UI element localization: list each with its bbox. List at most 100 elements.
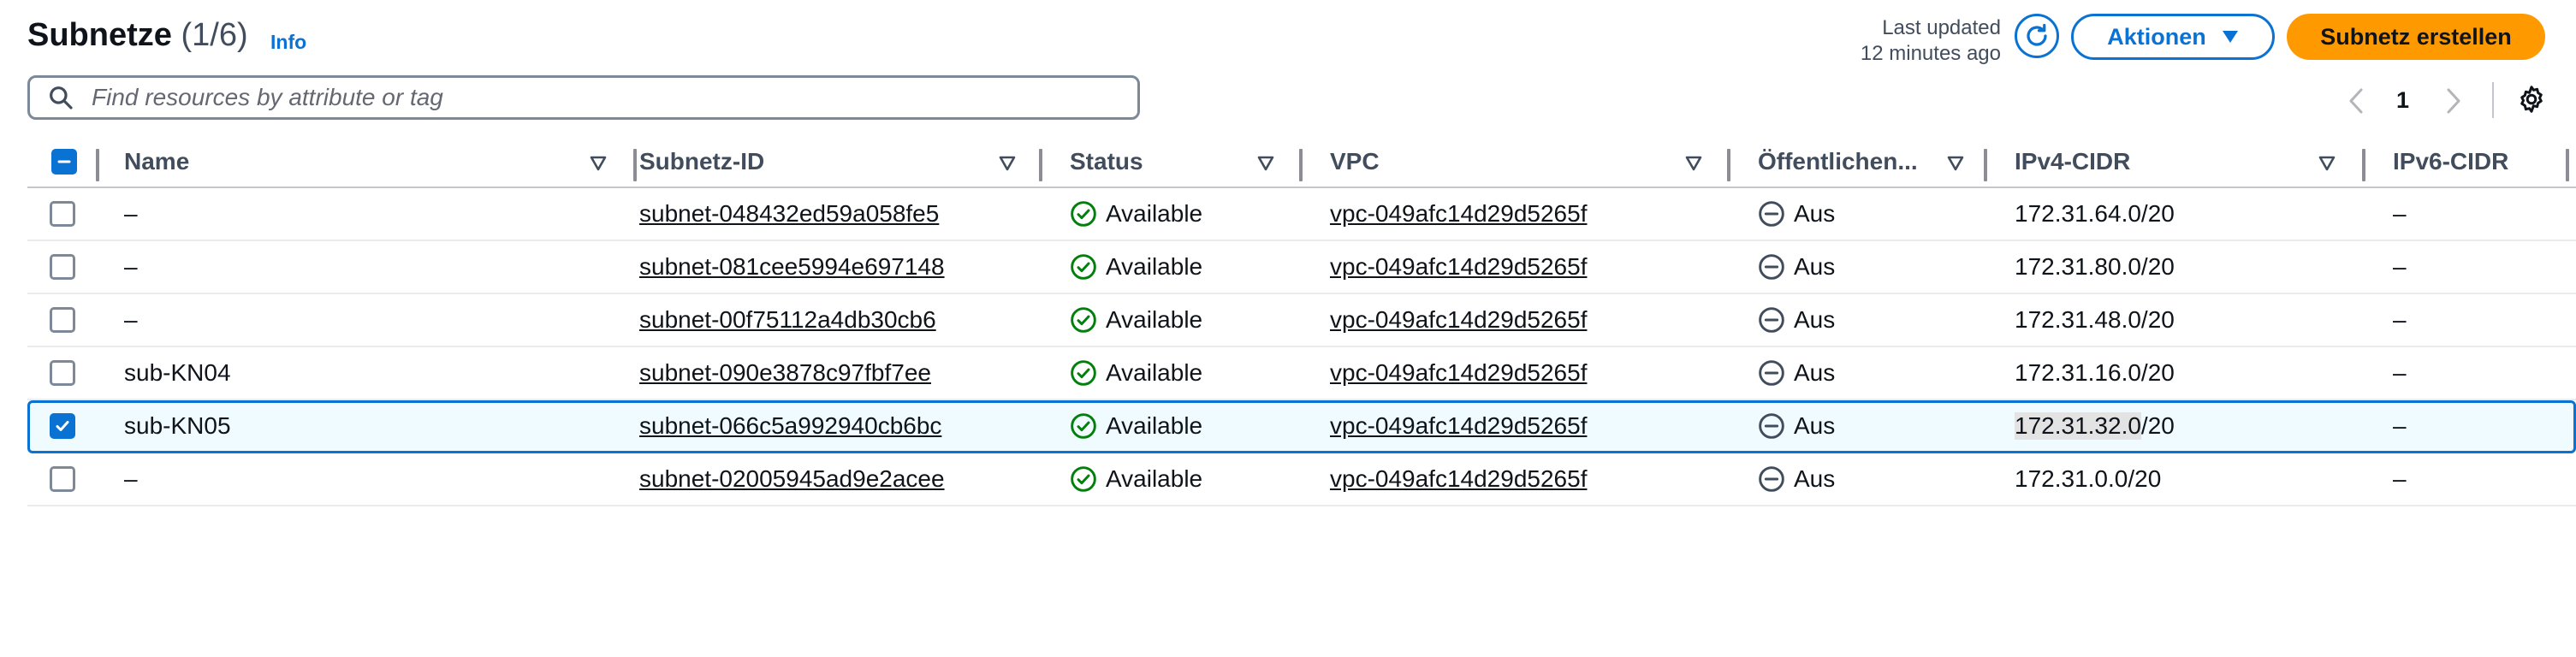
caret-down-icon bbox=[2222, 31, 2238, 43]
row-checkbox[interactable] bbox=[50, 307, 75, 333]
row-checkbox[interactable] bbox=[50, 201, 75, 227]
status-text: Available bbox=[1106, 306, 1203, 333]
cell-ipv6: – bbox=[2393, 359, 2407, 386]
row-checkbox[interactable] bbox=[50, 360, 75, 386]
column-separator[interactable] bbox=[1727, 149, 1730, 181]
vpc-link[interactable]: vpc-049afc14d29d5265f bbox=[1330, 241, 1587, 293]
vpc-link[interactable]: vpc-049afc14d29d5265f bbox=[1330, 347, 1587, 399]
table-header: Name Subnetz-ID Status VPC Öffentlichen.… bbox=[27, 137, 2576, 188]
public-text: Aus bbox=[1794, 359, 1836, 386]
sort-icon[interactable] bbox=[589, 154, 608, 173]
table-row[interactable]: – subnet-081cee5994e697148 Available vpc… bbox=[27, 241, 2576, 294]
checkmark-icon bbox=[56, 421, 69, 431]
pagination-divider bbox=[2492, 82, 2494, 118]
refresh-icon bbox=[2027, 23, 2047, 46]
table-row[interactable]: sub-KN04 subnet-090e3878c97fbf7ee Availa… bbox=[27, 347, 2576, 400]
cell-status: Available bbox=[1070, 347, 1202, 399]
cell-name: – bbox=[124, 465, 138, 492]
cell-name: sub-KN04 bbox=[124, 359, 231, 386]
status-available-icon bbox=[1071, 466, 1096, 492]
column-header-public[interactable]: Öffentlichen... bbox=[1758, 137, 1918, 186]
current-page-number[interactable]: 1 bbox=[2396, 87, 2409, 114]
sort-icon[interactable] bbox=[2318, 154, 2336, 173]
column-separator[interactable] bbox=[96, 149, 99, 181]
column-separator[interactable] bbox=[2566, 149, 2569, 181]
sort-icon[interactable] bbox=[1684, 154, 1703, 173]
table-row[interactable]: – subnet-00f75112a4db30cb6 Available vpc… bbox=[27, 294, 2576, 347]
status-stopped-icon bbox=[1759, 413, 1784, 439]
column-separator[interactable] bbox=[1039, 149, 1042, 181]
cell-public: Aus bbox=[1758, 294, 1835, 346]
row-checkbox[interactable] bbox=[50, 466, 75, 492]
column-header-subnet-id[interactable]: Subnetz-ID bbox=[639, 137, 764, 186]
status-available-icon bbox=[1071, 307, 1096, 333]
search-field[interactable] bbox=[27, 75, 1140, 120]
cell-status: Available bbox=[1070, 188, 1202, 240]
settings-icon bbox=[2520, 86, 2543, 113]
table-row[interactable]: – subnet-02005945ad9e2acee Available vpc… bbox=[27, 453, 2576, 506]
public-text: Aus bbox=[1794, 253, 1836, 280]
search-input[interactable] bbox=[90, 83, 1103, 112]
last-updated-time: 12 minutes ago bbox=[1860, 42, 2001, 65]
cell-status: Available bbox=[1070, 453, 1202, 505]
actions-dropdown-button[interactable]: Aktionen bbox=[2071, 14, 2275, 60]
column-header-name[interactable]: Name bbox=[124, 137, 189, 186]
subnet-id-link[interactable]: subnet-066c5a992940cb6bc bbox=[639, 400, 941, 452]
column-separator[interactable] bbox=[1984, 149, 1987, 181]
status-stopped-icon bbox=[1759, 307, 1784, 333]
last-updated: Last updated 12 minutes ago bbox=[1780, 15, 2001, 67]
cell-ipv4: 172.31.80.0/20 bbox=[2015, 253, 2175, 280]
status-available-icon bbox=[1071, 360, 1096, 386]
cell-name: – bbox=[124, 253, 138, 280]
public-text: Aus bbox=[1794, 465, 1836, 492]
status-text: Available bbox=[1106, 200, 1203, 227]
vpc-link[interactable]: vpc-049afc14d29d5265f bbox=[1330, 453, 1587, 505]
cell-status: Available bbox=[1070, 294, 1202, 346]
chevron-left-icon bbox=[2349, 88, 2363, 114]
column-header-vpc[interactable]: VPC bbox=[1330, 137, 1380, 186]
row-checkbox[interactable] bbox=[50, 254, 75, 280]
sort-icon[interactable] bbox=[1256, 154, 1275, 173]
status-stopped-icon bbox=[1759, 466, 1784, 492]
create-subnet-button[interactable]: Subnetz erstellen bbox=[2287, 14, 2545, 60]
subnet-id-link[interactable]: subnet-00f75112a4db30cb6 bbox=[639, 294, 936, 346]
refresh-button[interactable] bbox=[2015, 14, 2059, 58]
column-separator[interactable] bbox=[1299, 149, 1303, 181]
indeterminate-icon bbox=[57, 160, 71, 163]
table-row-selected[interactable]: sub-KN05 subnet-066c5a992940cb6bc Availa… bbox=[27, 400, 2576, 453]
status-available-icon bbox=[1071, 201, 1096, 227]
subnet-id-link[interactable]: subnet-090e3878c97fbf7ee bbox=[639, 347, 931, 399]
next-page-button[interactable] bbox=[2441, 86, 2466, 116]
subnet-id-link[interactable]: subnet-081cee5994e697148 bbox=[639, 241, 945, 293]
subnet-id-link[interactable]: subnet-048432ed59a058fe5 bbox=[639, 188, 939, 240]
row-checkbox[interactable] bbox=[50, 413, 75, 439]
subnet-id-link[interactable]: subnet-02005945ad9e2acee bbox=[639, 453, 945, 505]
ipv4-text-selection: 172.31.32.0 bbox=[2015, 412, 2141, 440]
table-settings-button[interactable] bbox=[2514, 82, 2549, 116]
column-header-ipv6-cidr[interactable]: IPv6-CIDR bbox=[2393, 137, 2508, 186]
vpc-link[interactable]: vpc-049afc14d29d5265f bbox=[1330, 294, 1587, 346]
status-text: Available bbox=[1106, 359, 1203, 386]
cell-ipv4: 172.31.32.0/20 bbox=[2015, 400, 2175, 452]
sort-icon[interactable] bbox=[1946, 154, 1965, 173]
cell-ipv6: – bbox=[2393, 200, 2407, 227]
column-separator[interactable] bbox=[633, 149, 637, 181]
status-text: Available bbox=[1106, 253, 1203, 280]
vpc-link[interactable]: vpc-049afc14d29d5265f bbox=[1330, 188, 1587, 240]
cell-ipv4: 172.31.0.0/20 bbox=[2015, 465, 2162, 492]
page-title-text: Subnetze bbox=[27, 17, 172, 53]
cell-status: Available bbox=[1070, 400, 1202, 452]
info-link[interactable]: Info bbox=[270, 31, 306, 54]
sort-icon[interactable] bbox=[998, 154, 1017, 173]
previous-page-button[interactable] bbox=[2343, 86, 2369, 116]
select-all-checkbox[interactable] bbox=[51, 149, 77, 175]
table-row[interactable]: – subnet-048432ed59a058fe5 Available vpc… bbox=[27, 188, 2576, 241]
vpc-link[interactable]: vpc-049afc14d29d5265f bbox=[1330, 400, 1587, 452]
search-icon bbox=[47, 82, 78, 113]
column-separator[interactable] bbox=[2362, 149, 2365, 181]
selection-count: (1/6) bbox=[181, 17, 248, 53]
column-header-ipv4-cidr[interactable]: IPv4-CIDR bbox=[2015, 137, 2130, 186]
column-header-status[interactable]: Status bbox=[1070, 137, 1143, 186]
cell-public: Aus bbox=[1758, 188, 1835, 240]
status-available-icon bbox=[1071, 413, 1096, 439]
